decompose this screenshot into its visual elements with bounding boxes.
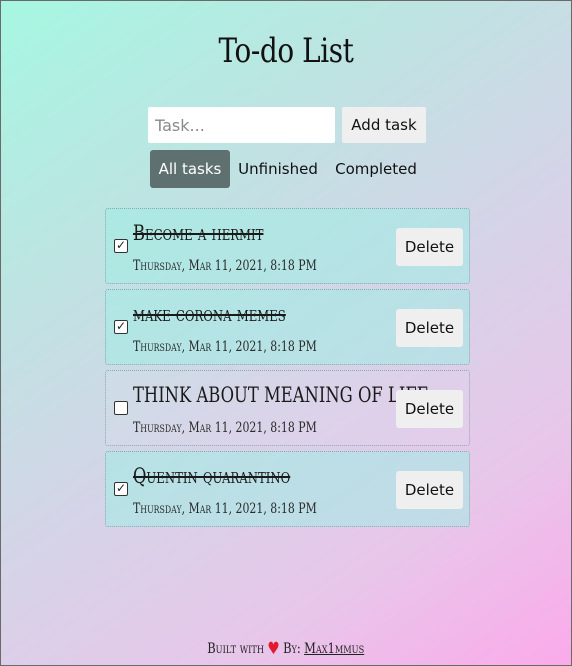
task-list: ✓ Become a hermit Thursday, Mar 11, 2021… bbox=[105, 208, 470, 532]
task-checkbox[interactable]: ✓ bbox=[114, 239, 128, 253]
task-name: Become a hermit bbox=[133, 221, 264, 245]
task-checkbox[interactable] bbox=[114, 401, 128, 415]
app-window: To-do List Add task All tasks Unfinished… bbox=[0, 0, 572, 666]
delete-button[interactable]: Delete bbox=[396, 228, 463, 266]
task-item: ✓ Quentin quarantino Thursday, Mar 11, 2… bbox=[105, 451, 470, 527]
add-task-button[interactable]: Add task bbox=[342, 107, 426, 143]
page-title: To-do List bbox=[218, 31, 354, 71]
task-input[interactable] bbox=[148, 107, 335, 143]
author-link[interactable]: Max1mmus bbox=[304, 641, 364, 657]
task-date: Thursday, Mar 11, 2021, 8:18 PM bbox=[133, 339, 317, 355]
delete-button[interactable]: Delete bbox=[396, 309, 463, 347]
task-date: Thursday, Mar 11, 2021, 8:18 PM bbox=[133, 501, 317, 517]
filter-all-tasks-button[interactable]: All tasks bbox=[150, 150, 230, 188]
footer-by: By: bbox=[283, 641, 302, 657]
delete-button[interactable]: Delete bbox=[396, 471, 463, 509]
task-name: make corona memes bbox=[133, 302, 286, 326]
footer-built-with: Built with bbox=[207, 641, 265, 657]
task-name: THINK ABOUT MEANING OF LIFE bbox=[133, 383, 429, 407]
task-item: ✓ make corona memes Thursday, Mar 11, 20… bbox=[105, 289, 470, 365]
task-item: THINK ABOUT MEANING OF LIFE Thursday, Ma… bbox=[105, 370, 470, 446]
delete-button[interactable]: Delete bbox=[396, 390, 463, 428]
task-item: ✓ Become a hermit Thursday, Mar 11, 2021… bbox=[105, 208, 470, 284]
task-date: Thursday, Mar 11, 2021, 8:18 PM bbox=[133, 258, 317, 274]
footer: Built with ♥ By: Max1mmus bbox=[1, 639, 571, 659]
filter-unfinished-button[interactable]: Unfinished bbox=[230, 150, 326, 188]
task-checkbox[interactable]: ✓ bbox=[114, 320, 128, 334]
filter-completed-button[interactable]: Completed bbox=[326, 150, 426, 188]
task-name: Quentin quarantino bbox=[133, 464, 291, 488]
task-checkbox[interactable]: ✓ bbox=[114, 482, 128, 496]
task-date: Thursday, Mar 11, 2021, 8:18 PM bbox=[133, 420, 317, 436]
heart-icon: ♥ bbox=[267, 639, 281, 659]
filter-bar: All tasks Unfinished Completed bbox=[150, 150, 426, 188]
